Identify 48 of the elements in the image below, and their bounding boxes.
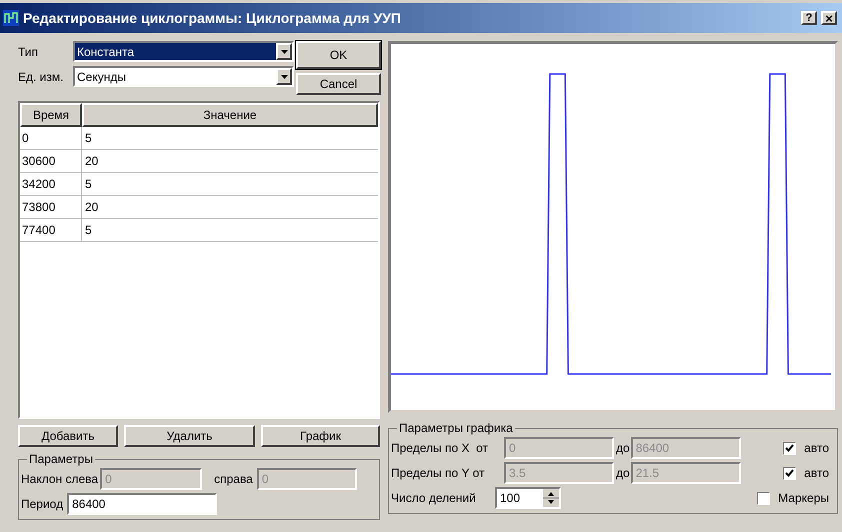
field-label: до bbox=[616, 465, 630, 482]
table-cell-text: 5 bbox=[84, 130, 93, 147]
input-field[interactable]: 86400 bbox=[67, 493, 218, 515]
app-icon bbox=[3, 10, 19, 26]
caret-icon bbox=[280, 74, 288, 78]
field-label: Ед. изм. bbox=[18, 68, 64, 86]
table-cell-text: 5 bbox=[84, 176, 93, 193]
field-label: Пределы по X от bbox=[391, 440, 490, 457]
ok-button[interactable]: OK bbox=[296, 41, 381, 69]
field-label: Пределы по Y от bbox=[391, 465, 486, 482]
checkbox-label: авто bbox=[804, 465, 829, 482]
field-label: справа bbox=[214, 471, 253, 488]
table-cell: 30600 bbox=[20, 150, 82, 172]
dropdown-field[interactable]: Секунды bbox=[73, 66, 294, 87]
checkbox-label: авто bbox=[804, 440, 829, 457]
checkbox[interactable] bbox=[783, 466, 796, 480]
table-cell: 73800 bbox=[20, 196, 82, 218]
column-header[interactable]: Значение bbox=[82, 103, 378, 127]
checkbox[interactable] bbox=[783, 442, 796, 454]
check-icon bbox=[785, 469, 794, 477]
table-cell: 34200 bbox=[20, 173, 82, 195]
window-title: Редактирование циклограммы: Циклограмма для УУП bbox=[23, 8, 402, 28]
dropdown-field[interactable]: Константа bbox=[73, 41, 294, 62]
field-label: Тип bbox=[18, 44, 40, 60]
action-button[interactable]: Добавить bbox=[18, 425, 118, 447]
check-icon bbox=[785, 444, 794, 452]
checkbox-label: Маркеры bbox=[778, 490, 829, 507]
spinner-arrows-icon bbox=[543, 489, 559, 507]
spin-field[interactable]: 100 bbox=[495, 487, 561, 509]
field-label: Наклон слева bbox=[21, 471, 98, 488]
field-label: Период bbox=[21, 496, 64, 513]
group-title: Параметры графика bbox=[398, 420, 514, 437]
column-header[interactable]: Время bbox=[20, 103, 82, 127]
field-label: до bbox=[616, 440, 630, 457]
action-button[interactable]: Удалить bbox=[124, 425, 255, 447]
field-label: Число делений bbox=[391, 490, 477, 507]
caret-icon bbox=[280, 50, 288, 54]
table-cell: 77400 bbox=[20, 219, 82, 241]
checkbox[interactable] bbox=[757, 492, 770, 504]
table-cell-text: 20 bbox=[84, 199, 100, 216]
table-cell-text: 5 bbox=[84, 222, 93, 239]
close-button[interactable]: × bbox=[821, 11, 837, 25]
cancel-button[interactable]: Cancel bbox=[296, 73, 381, 95]
help-button[interactable]: ? bbox=[801, 11, 817, 25]
action-button[interactable]: График bbox=[261, 425, 380, 447]
group-title: Параметры bbox=[28, 451, 94, 468]
table-cell-text: 20 bbox=[84, 153, 100, 170]
table-cell: 0 bbox=[20, 127, 82, 149]
